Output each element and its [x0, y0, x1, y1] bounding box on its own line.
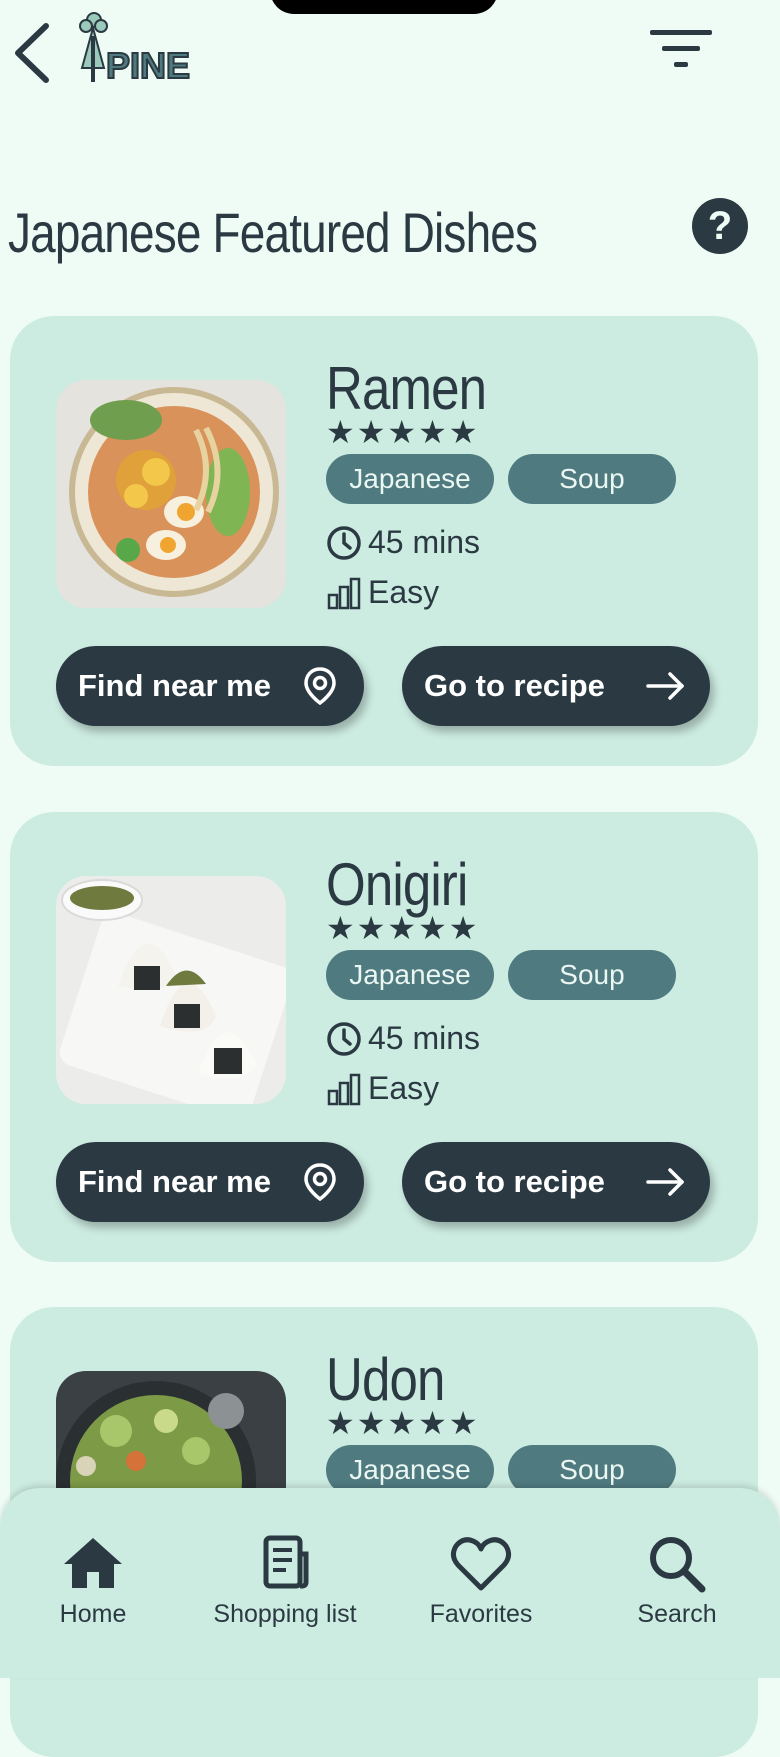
find-near-me-label: Find near me	[78, 668, 271, 703]
difficulty-label: Easy	[368, 1070, 440, 1106]
list-icon	[263, 1535, 309, 1589]
difficulty: Easy	[326, 574, 439, 611]
heart-icon	[450, 1537, 512, 1591]
svg-text:PINE: PINE	[106, 45, 190, 86]
arrow-right-icon	[646, 672, 684, 700]
nav-label-shopping-list: Shopping list	[213, 1600, 357, 1628]
find-near-me-button[interactable]: Find near me	[56, 646, 364, 726]
dish-card-ramen[interactable]: Ramen ★★★★★ Japanese Soup 45 mins Easy F…	[10, 316, 758, 766]
location-pin-icon	[304, 1163, 336, 1202]
dish-name: Ramen	[326, 355, 487, 422]
clock-icon	[327, 1021, 361, 1056]
go-to-recipe-button[interactable]: Go to recipe	[402, 1142, 710, 1222]
filter-button[interactable]	[648, 26, 718, 76]
location-pin-icon	[304, 667, 336, 706]
difficulty: Easy	[326, 1070, 439, 1107]
bottom-nav: Home Shopping list Favorites Search	[0, 1488, 780, 1678]
difficulty-label: Easy	[368, 574, 440, 610]
cook-time-label: 45 mins	[368, 524, 481, 560]
tag-category: Soup	[508, 454, 676, 504]
cook-time: 45 mins	[326, 1020, 480, 1057]
go-to-recipe-label: Go to recipe	[424, 668, 605, 703]
search-icon	[650, 1537, 706, 1593]
go-to-recipe-label: Go to recipe	[424, 1164, 605, 1199]
nav-item-favorites[interactable]: Favorites	[396, 1532, 566, 1629]
rating-stars: ★★★★★	[326, 1405, 480, 1441]
dish-name: Udon	[326, 1346, 445, 1413]
nav-label-search: Search	[637, 1600, 717, 1628]
tag-cuisine: Japanese	[326, 454, 494, 504]
chevron-left-icon	[15, 23, 49, 83]
help-icon: ?	[707, 203, 733, 248]
dish-card-onigiri[interactable]: Onigiri ★★★★★ Japanese Soup 45 mins Easy…	[10, 812, 758, 1262]
nav-item-search[interactable]: Search	[592, 1532, 762, 1629]
rating-stars: ★★★★★	[326, 414, 480, 450]
go-to-recipe-button[interactable]: Go to recipe	[402, 646, 710, 726]
nav-label-home: Home	[59, 1600, 127, 1628]
difficulty-bars-icon	[327, 577, 361, 609]
find-near-me-label: Find near me	[78, 1164, 271, 1199]
tag-cuisine: Japanese	[326, 950, 494, 1000]
back-button[interactable]	[8, 20, 58, 86]
app-logo: PINE	[76, 8, 224, 87]
help-button[interactable]: ?	[692, 198, 748, 254]
home-icon	[64, 1538, 122, 1588]
cook-time: 45 mins	[326, 524, 480, 561]
device-notch	[270, 0, 498, 14]
find-near-me-button[interactable]: Find near me	[56, 1142, 364, 1222]
nav-item-shopping-list[interactable]: Shopping list	[200, 1532, 370, 1629]
nav-item-home[interactable]: Home	[8, 1532, 178, 1629]
filter-icon	[650, 30, 712, 67]
cook-time-label: 45 mins	[368, 1020, 481, 1056]
dish-image-ramen	[56, 380, 286, 608]
page-title: Japanese Featured Dishes	[8, 201, 538, 264]
dish-image-onigiri	[56, 876, 286, 1104]
clock-icon	[327, 525, 361, 560]
tag-category: Soup	[508, 950, 676, 1000]
difficulty-bars-icon	[327, 1073, 361, 1105]
dish-name: Onigiri	[326, 851, 468, 918]
rating-stars: ★★★★★	[326, 910, 480, 946]
nav-label-favorites: Favorites	[429, 1600, 533, 1628]
arrow-right-icon	[646, 1168, 684, 1196]
